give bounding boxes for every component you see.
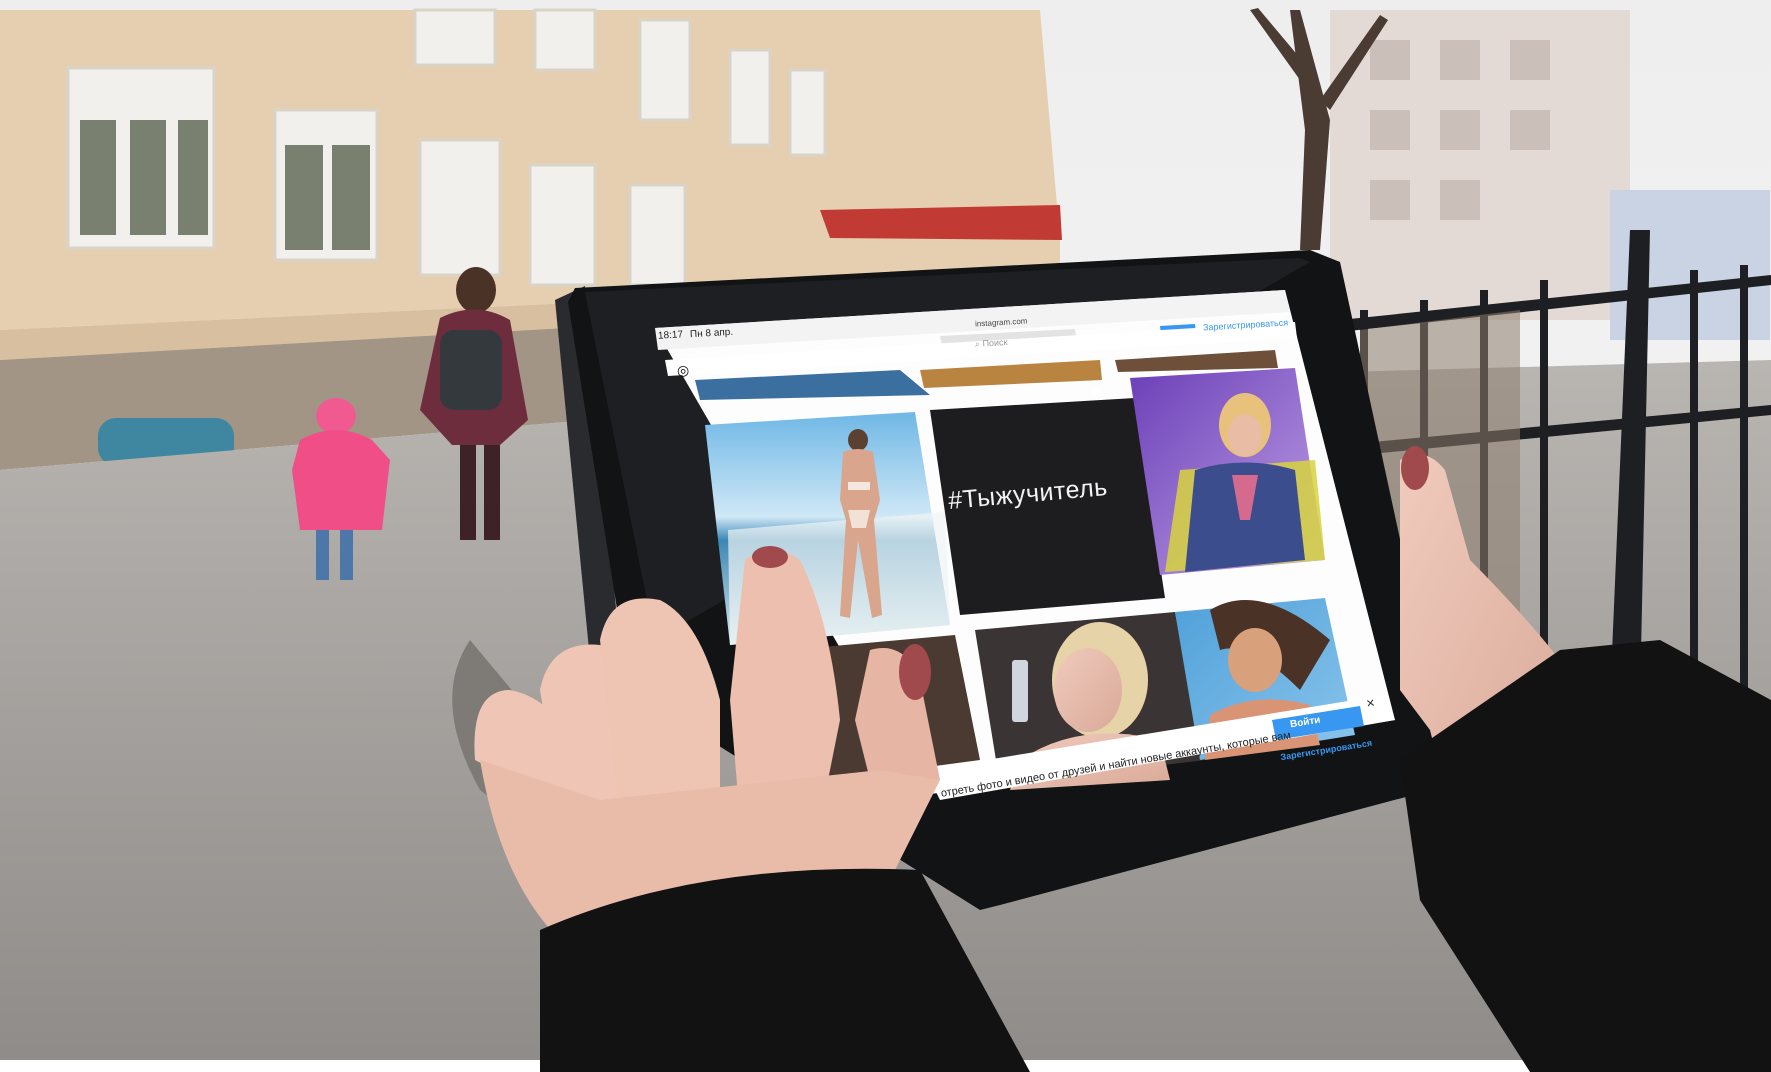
thumb-nail <box>899 644 931 700</box>
hands-svg <box>474 446 1771 1072</box>
photo-scene: 18:17 Пн 8 апр. instagram.com ⌕ Поиск Во… <box>0 0 1771 1072</box>
right-thumb-nail <box>1401 446 1429 490</box>
index-finger-nail <box>752 546 788 568</box>
